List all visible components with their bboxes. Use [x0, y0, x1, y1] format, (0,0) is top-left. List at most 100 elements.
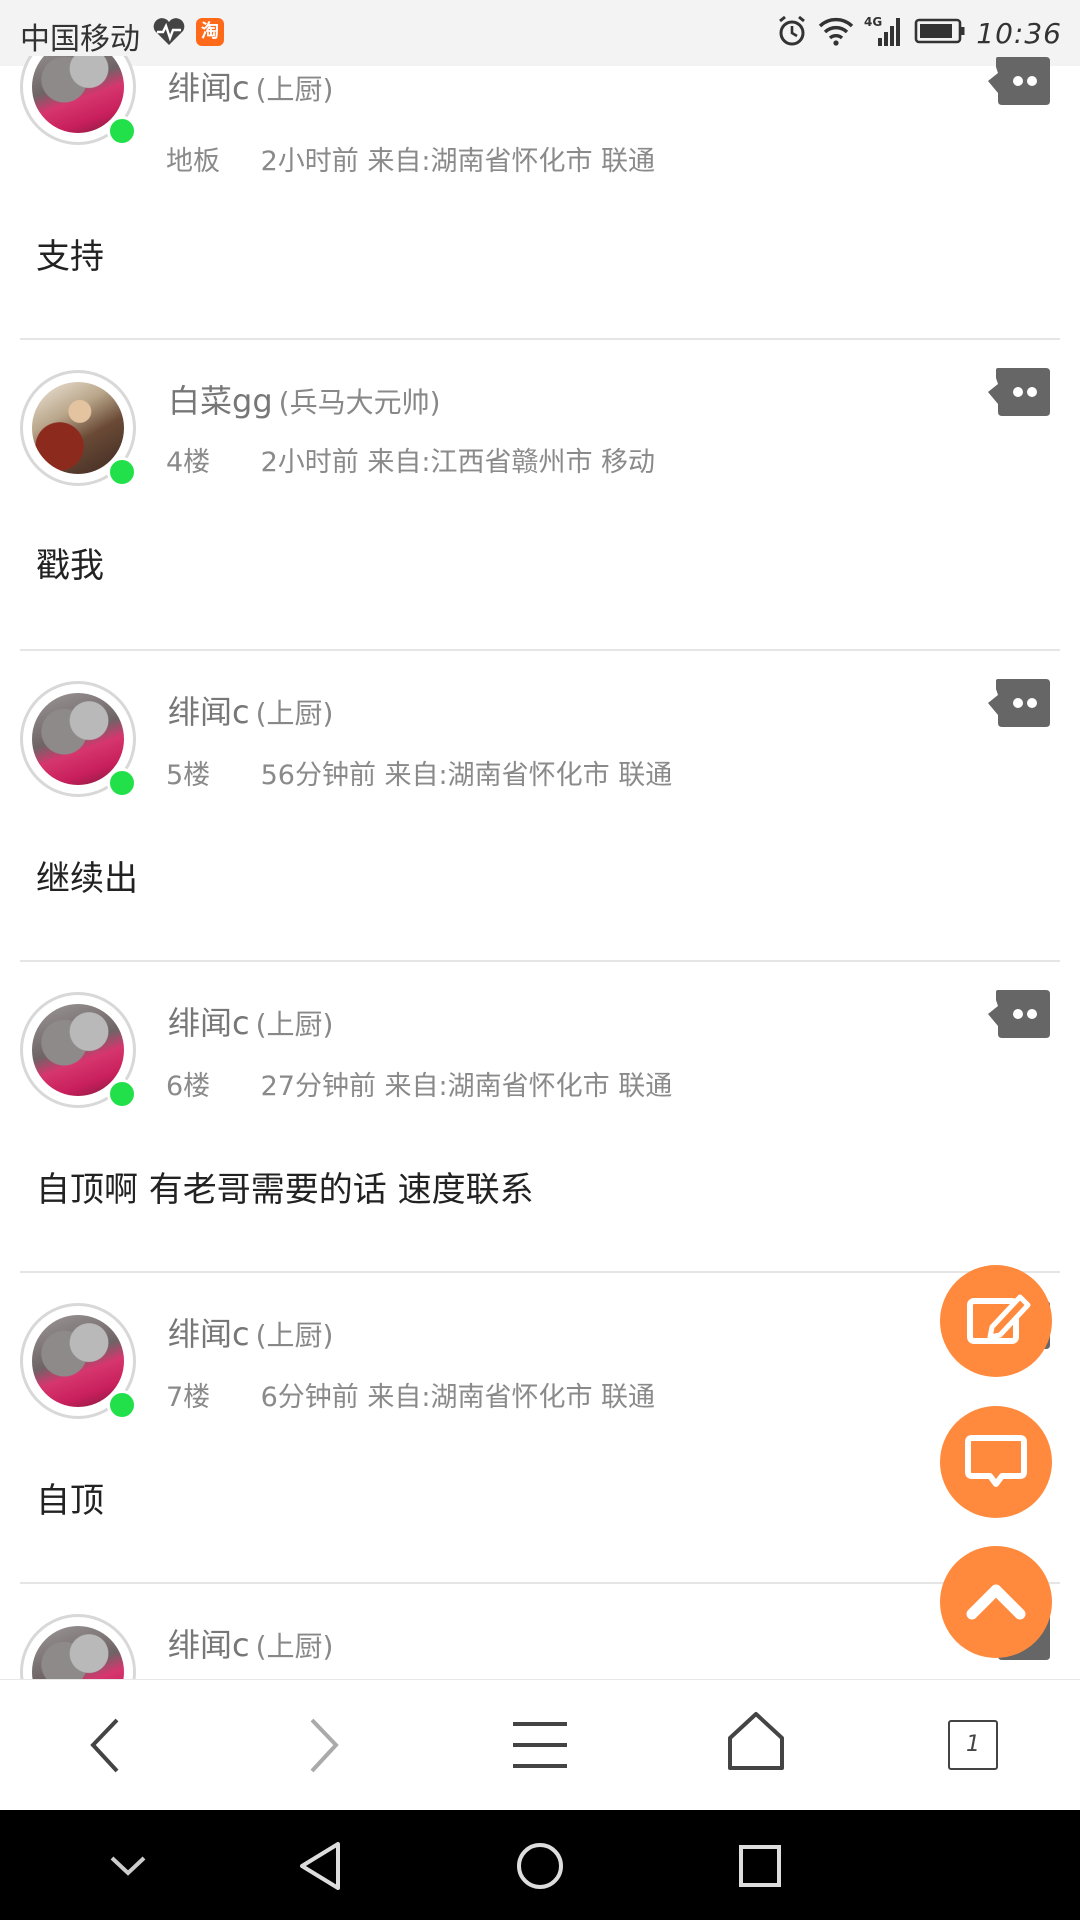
avatar-image — [32, 1626, 124, 1680]
author-line: 绯闻c (上厨) — [168, 998, 333, 1044]
system-back-button[interactable] — [260, 1810, 380, 1920]
carrier-name: 中国移动 — [20, 22, 140, 57]
avatar-image — [32, 693, 124, 785]
post-time: 6分钟前 — [260, 1382, 359, 1413]
comment-icon — [965, 1435, 1027, 1487]
online-indicator — [107, 457, 137, 487]
write-reply-button[interactable] — [940, 1265, 1052, 1377]
avatar-image — [32, 1315, 124, 1407]
wifi-icon — [818, 16, 854, 50]
reply-button[interactable] — [988, 990, 1050, 1040]
avatar-image — [32, 382, 124, 474]
clock: 10:36 — [976, 16, 1062, 50]
username[interactable]: 白菜gg — [168, 382, 273, 420]
user-title: (上厨) — [255, 697, 334, 730]
user-title: (上厨) — [255, 1630, 334, 1663]
post-source: 来自:湖南省怀化市 联通 — [367, 1382, 656, 1413]
tabs-button[interactable]: 1 — [948, 1720, 998, 1770]
comment-button[interactable] — [940, 1406, 1052, 1518]
avatar[interactable] — [20, 681, 137, 798]
square-recents-icon — [739, 1845, 781, 1887]
taobao-notification-icon: 淘 — [196, 18, 224, 46]
reply-button[interactable] — [988, 57, 1050, 107]
reply-content: 戳我 — [36, 546, 104, 586]
reply-content: 自顶啊 有老哥需要的话 速度联系 — [36, 1170, 534, 1210]
floor-number: 7楼 — [166, 1382, 211, 1413]
author-line: 白菜gg (兵马大元帅) — [168, 376, 441, 422]
author-line: 绯闻c (上厨) — [168, 687, 333, 733]
avatar[interactable] — [20, 1303, 137, 1420]
browser-toolbar: 1 — [0, 1679, 1080, 1810]
status-icons: 4G 10:36 — [776, 10, 1062, 56]
post-source: 来自:湖南省怀化市 联通 — [384, 760, 673, 791]
reply-item: 绯闻c (上厨) 地板 2小时前 来自:湖南省怀化市 联通 支持 — [0, 56, 1080, 340]
forward-button[interactable] — [262, 1680, 382, 1811]
heart-rate-icon — [152, 17, 186, 51]
back-to-top-button[interactable] — [940, 1546, 1052, 1658]
floor-number: 6楼 — [166, 1071, 211, 1102]
floor-number: 地板 — [166, 146, 220, 177]
post-time: 2小时前 — [260, 146, 359, 177]
user-title: (上厨) — [255, 1319, 334, 1352]
reply-content: 继续出 — [36, 859, 138, 899]
reply-content: 自顶 — [36, 1481, 104, 1521]
chevron-left-icon — [90, 1718, 119, 1773]
post-meta: 5楼 56分钟前 来自:湖南省怀化市 联通 — [166, 753, 672, 792]
username[interactable]: 绯闻c — [168, 1004, 250, 1042]
floor-number: 4楼 — [166, 447, 211, 478]
home-button[interactable] — [696, 1680, 816, 1811]
post-meta: 6楼 27分钟前 来自:湖南省怀化市 联通 — [166, 1064, 672, 1103]
avatar[interactable] — [20, 1614, 136, 1680]
online-indicator — [107, 116, 137, 146]
system-recents-button[interactable] — [700, 1810, 820, 1920]
reply-feed[interactable]: 绯闻c (上厨) 地板 2小时前 来自:湖南省怀化市 联通 支持 白菜gg (兵马大… — [0, 56, 1080, 1680]
circle-home-icon — [517, 1843, 563, 1889]
back-button[interactable] — [45, 1680, 165, 1811]
reply-button[interactable] — [988, 679, 1050, 729]
hide-nav-button[interactable] — [68, 1810, 188, 1920]
reply-item: 白菜gg (兵马大元帅) 4楼 2小时前 来自:江西省赣州市 移动 戳我 — [0, 340, 1080, 651]
author-line: 绯闻c (上厨) — [168, 1309, 333, 1355]
reply-item: 绯闻c (上厨) — [0, 1584, 1080, 1680]
reply-content: 支持 — [36, 237, 104, 277]
signal-icon: 4G — [864, 14, 904, 52]
author-line: 绯闻c (上厨) — [168, 63, 333, 109]
post-source: 来自:湖南省怀化市 联通 — [367, 146, 656, 177]
chevron-right-icon — [310, 1718, 339, 1773]
chevron-down-icon — [110, 1856, 146, 1876]
post-source: 来自:江西省赣州市 移动 — [367, 447, 656, 478]
username[interactable]: 绯闻c — [168, 693, 250, 731]
avatar[interactable] — [20, 370, 137, 487]
avatar[interactable] — [20, 56, 137, 146]
menu-icon — [513, 1722, 567, 1768]
network-type: 4G — [864, 15, 882, 29]
user-title: (上厨) — [255, 1008, 334, 1041]
avatar[interactable] — [20, 992, 137, 1109]
triangle-back-icon — [300, 1842, 340, 1890]
home-icon — [728, 1712, 784, 1770]
alarm-icon — [776, 15, 808, 51]
username[interactable]: 绯闻c — [168, 69, 250, 107]
post-meta: 地板 2小时前 来自:湖南省怀化市 联通 — [166, 139, 655, 178]
username[interactable]: 绯闻c — [168, 1315, 250, 1353]
author-line: 绯闻c (上厨) — [168, 1620, 333, 1666]
avatar-image — [32, 1004, 124, 1096]
chevron-up-icon — [966, 1584, 1026, 1620]
system-home-button[interactable] — [480, 1810, 600, 1920]
battery-icon — [914, 17, 966, 49]
online-indicator — [107, 1390, 137, 1420]
post-meta: 7楼 6分钟前 来自:湖南省怀化市 联通 — [166, 1375, 655, 1414]
post-time: 27分钟前 — [260, 1071, 376, 1102]
post-source: 来自:湖南省怀化市 联通 — [384, 1071, 673, 1102]
menu-button[interactable] — [480, 1680, 600, 1811]
reply-item: 绯闻c (上厨) 7楼 6分钟前 来自:湖南省怀化市 联通 自顶 — [0, 1273, 1080, 1584]
user-title: (兵马大元帅) — [278, 386, 441, 419]
system-nav-bar — [0, 1810, 1080, 1920]
reply-button[interactable] — [988, 368, 1050, 418]
reply-item: 绯闻c (上厨) 6楼 27分钟前 来自:湖南省怀化市 联通 自顶啊 有老哥需要的… — [0, 962, 1080, 1273]
online-indicator — [107, 768, 137, 798]
online-indicator — [107, 1079, 137, 1109]
reply-item: 绯闻c (上厨) 5楼 56分钟前 来自:湖南省怀化市 联通 继续出 — [0, 651, 1080, 962]
username[interactable]: 绯闻c — [168, 1626, 250, 1664]
edit-icon — [967, 1294, 1031, 1344]
